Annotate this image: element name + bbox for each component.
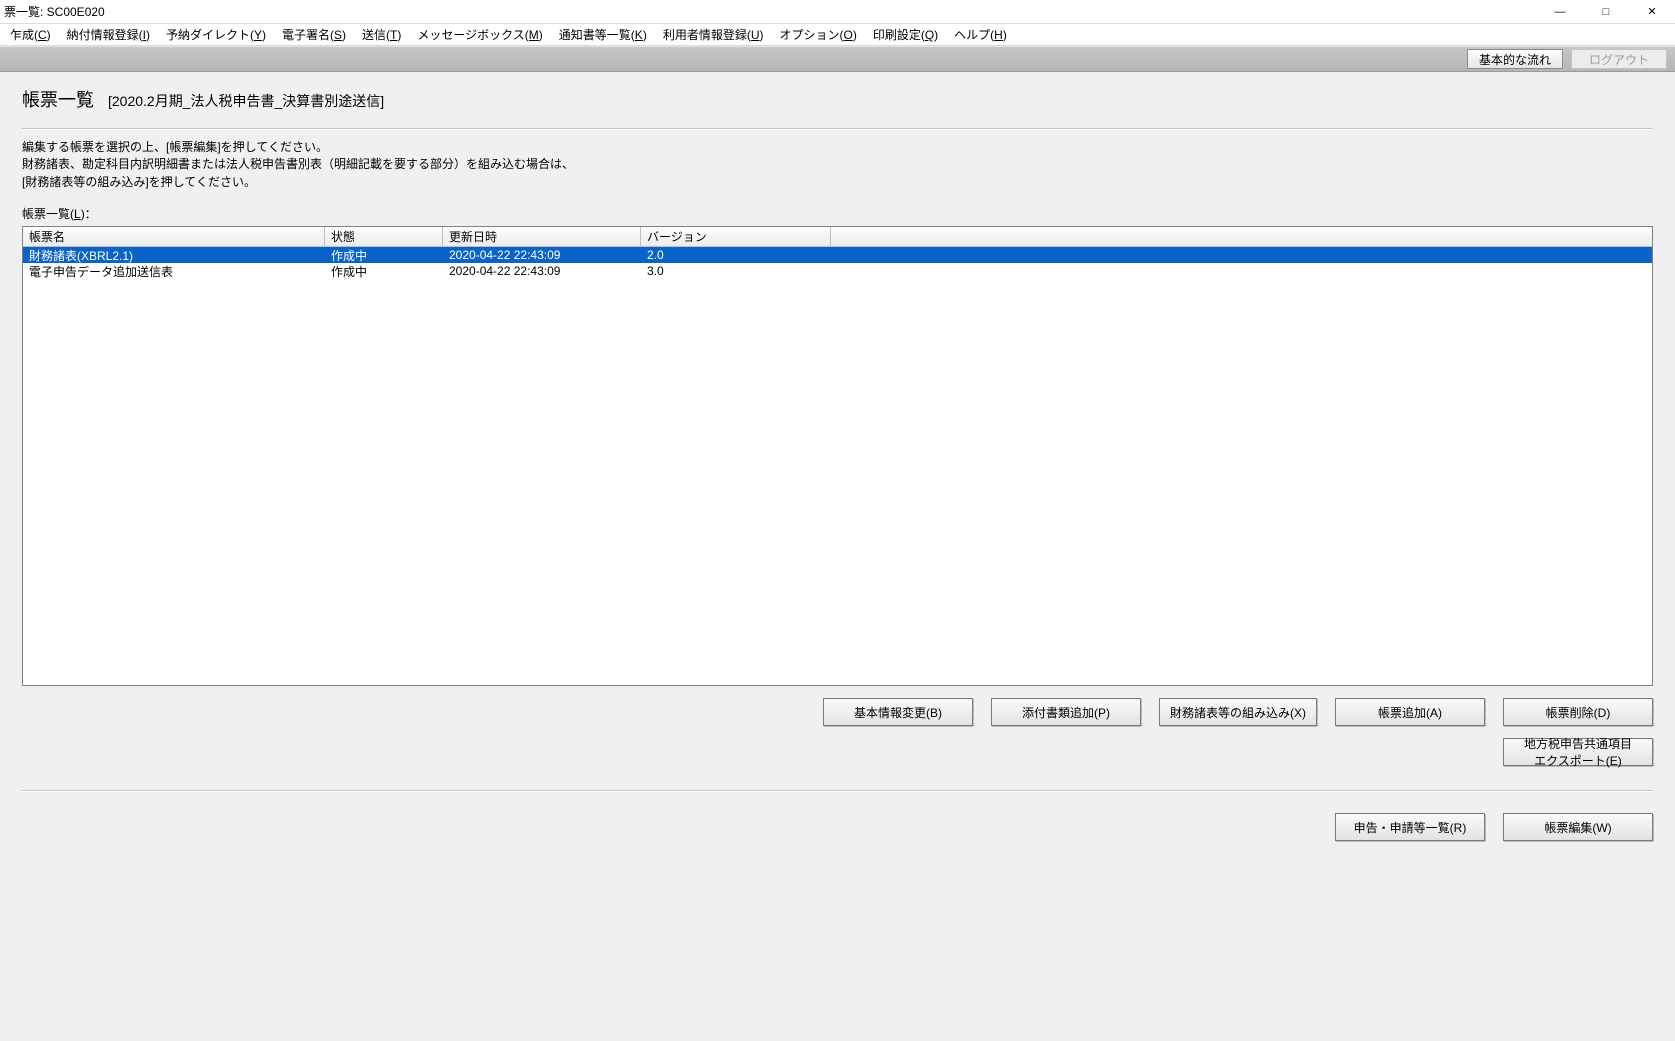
grid-body: 財務諸表(XBRL2.1)作成中2020-04-22 22:43:092.0電子… xyxy=(23,247,1652,279)
attach-add-button[interactable]: 添付書類追加(P) xyxy=(991,698,1141,726)
menu-item-3[interactable]: 電子署名(S) xyxy=(274,23,354,46)
col-header-version[interactable]: バージョン xyxy=(641,227,831,246)
page-title: 帳票一覧 xyxy=(22,86,94,112)
menu-item-1[interactable]: 納付情報登録(I) xyxy=(59,23,158,46)
cell-status: 作成中 xyxy=(325,247,443,263)
col-header-status[interactable]: 状態 xyxy=(325,227,443,246)
basic-flow-button[interactable]: 基本的な流れ xyxy=(1467,49,1563,69)
toolbar: 基本的な流れ ログアウト xyxy=(0,46,1675,72)
form-list-grid[interactable]: 帳票名 状態 更新日時 バージョン 財務諸表(XBRL2.1)作成中2020-0… xyxy=(22,226,1653,686)
cell-updated: 2020-04-22 22:43:09 xyxy=(443,263,641,279)
col-header-name[interactable]: 帳票名 xyxy=(23,227,325,246)
cell-name: 財務諸表(XBRL2.1) xyxy=(23,247,325,263)
form-add-button[interactable]: 帳票追加(A) xyxy=(1335,698,1485,726)
instruction-line: 財務諸表、勘定科目内訳明細書または法人税申告書別表（明細記載を要する部分）を組み… xyxy=(22,156,1653,173)
basic-info-change-button[interactable]: 基本情報変更(B) xyxy=(823,698,973,726)
logout-button[interactable]: ログアウト xyxy=(1571,49,1667,69)
content-area: 帳票一覧 [2020.2月期_法人税申告書_決算書別途送信] 編集する帳票を選択… xyxy=(0,72,1675,847)
application-list-button[interactable]: 申告・申請等一覧(R) xyxy=(1335,813,1485,841)
form-edit-button[interactable]: 帳票編集(W) xyxy=(1503,813,1653,841)
col-header-rest xyxy=(831,227,1652,246)
window-controls: — □ ✕ xyxy=(1537,0,1675,24)
instruction-line: 編集する帳票を選択の上、[帳票編集]を押してください。 xyxy=(22,139,1653,156)
col-header-updated[interactable]: 更新日時 xyxy=(443,227,641,246)
page-subtitle: [2020.2月期_法人税申告書_決算書別途送信] xyxy=(108,91,384,111)
form-delete-button[interactable]: 帳票削除(D) xyxy=(1503,698,1653,726)
menu-item-10[interactable]: ヘルプ(H) xyxy=(946,23,1015,46)
menu-item-7[interactable]: 利用者情報登録(U) xyxy=(655,23,772,46)
cell-status: 作成中 xyxy=(325,263,443,279)
fs-import-button[interactable]: 財務諸表等の組み込み(X) xyxy=(1159,698,1317,726)
window-title: 票一覧: SC00E020 xyxy=(4,3,105,20)
menu-item-9[interactable]: 印刷設定(Q) xyxy=(865,23,946,46)
grid-header: 帳票名 状態 更新日時 バージョン xyxy=(23,227,1652,247)
list-label-post: )： xyxy=(81,207,97,221)
page-title-row: 帳票一覧 [2020.2月期_法人税申告書_決算書別途送信] xyxy=(22,86,1653,112)
divider xyxy=(22,128,1653,129)
cell-updated: 2020-04-22 22:43:09 xyxy=(443,247,641,263)
menu-item-0[interactable]: 乍成(C) xyxy=(2,23,59,46)
action-buttons: 基本情報変更(B) 添付書類追加(P) 財務諸表等の組み込み(X) 帳票追加(A) 帳票… xyxy=(22,698,1653,841)
cell-name: 電子申告データ追加送信表 xyxy=(23,263,325,279)
button-row-3: 申告・申請等一覧(R) 帳票編集(W) xyxy=(22,813,1653,841)
local-tax-export-button[interactable]: 地方税申告共通項目 エクスポート(E) xyxy=(1503,738,1653,766)
instruction-line: [財務諸表等の組み込み]を押してください。 xyxy=(22,174,1653,191)
maximize-button[interactable]: □ xyxy=(1583,0,1629,24)
footer-divider xyxy=(22,790,1653,791)
cell-version: 3.0 xyxy=(641,263,831,279)
minimize-button[interactable]: — xyxy=(1537,0,1583,24)
list-label-accel: L xyxy=(74,207,81,221)
titlebar: 票一覧: SC00E020 — □ ✕ xyxy=(0,0,1675,24)
table-row[interactable]: 電子申告データ追加送信表作成中2020-04-22 22:43:093.0 xyxy=(23,263,1652,279)
button-row-2: 地方税申告共通項目 エクスポート(E) xyxy=(22,738,1653,766)
close-button[interactable]: ✕ xyxy=(1629,0,1675,24)
menu-item-4[interactable]: 送信(T) xyxy=(354,23,409,46)
cell-rest xyxy=(831,247,1652,263)
list-label: 帳票一覧(L)： xyxy=(22,205,1653,222)
button-row-1: 基本情報変更(B) 添付書類追加(P) 財務諸表等の組み込み(X) 帳票追加(A) 帳票… xyxy=(22,698,1653,726)
list-label-pre: 帳票一覧( xyxy=(22,207,74,221)
cell-rest xyxy=(831,263,1652,279)
table-row[interactable]: 財務諸表(XBRL2.1)作成中2020-04-22 22:43:092.0 xyxy=(23,247,1652,263)
menu-item-5[interactable]: メッセージボックス(M) xyxy=(409,23,550,46)
instructions: 編集する帳票を選択の上、[帳票編集]を押してください。 財務諸表、勘定科目内訳明… xyxy=(22,139,1653,191)
menubar: 乍成(C)納付情報登録(I)予納ダイレクト(Y)電子署名(S)送信(T)メッセー… xyxy=(0,24,1675,46)
menu-item-6[interactable]: 通知書等一覧(K) xyxy=(551,23,655,46)
cell-version: 2.0 xyxy=(641,247,831,263)
menu-item-8[interactable]: オプション(O) xyxy=(771,23,864,46)
menu-item-2[interactable]: 予納ダイレクト(Y) xyxy=(158,23,274,46)
